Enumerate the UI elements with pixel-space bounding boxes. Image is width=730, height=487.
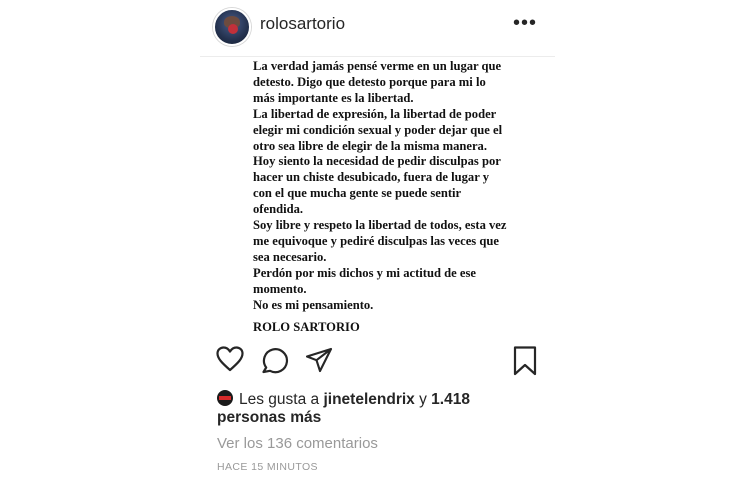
statement-text: La verdad jamás pensé verme en un lugar … — [253, 59, 513, 314]
statement-line: con el que mucha gente se puede sentir — [253, 186, 462, 201]
statement-line: otro sea libre de elegir de la misma man… — [253, 138, 487, 153]
instagram-post: rolosartorio ••• La verdad jamás pensé v… — [200, 0, 555, 487]
username-link[interactable]: rolosartorio — [260, 14, 345, 34]
likes-summary: Les gusta a jinetelendrix y 1.418 person… — [217, 390, 537, 427]
post-timestamp: HACE 15 MINUTOS — [217, 461, 318, 473]
statement-line: hacer un chiste desubicado, fuera de lug… — [253, 170, 490, 185]
likes-prefix: Les gusta a — [239, 391, 320, 408]
statement-line: ofendida. — [253, 202, 304, 217]
statement-line: momento. — [253, 281, 307, 296]
statement-line: detesto. Digo que detesto porque para mi… — [253, 74, 486, 89]
statement-line: Hoy siento la necesidad de pedir disculp… — [253, 154, 501, 169]
bookmark-icon[interactable] — [513, 346, 537, 376]
share-icon[interactable] — [305, 347, 333, 373]
comment-icon[interactable] — [261, 346, 289, 374]
statement-line: Perdón por mis dichos y mi actitud de es… — [253, 265, 476, 280]
post-header: rolosartorio ••• — [200, 0, 555, 57]
likes-count[interactable]: 1.418 — [431, 391, 470, 408]
likes-conjunction: y — [419, 391, 427, 408]
statement-line: sea necesario. — [253, 249, 327, 264]
statement-line: elegir mi condición sexual y poder dejar… — [253, 122, 503, 137]
statement-line: Soy libre y respeto la libertad de todos… — [253, 218, 507, 233]
statement-line: La libertad de expresión, la libertad de… — [253, 106, 497, 121]
statement-line: más importante es la libertad. — [253, 90, 414, 105]
post-image: La verdad jamás pensé verme en un lugar … — [200, 57, 555, 339]
heart-icon[interactable] — [216, 346, 244, 372]
view-comments-link[interactable]: Ver los 136 comentarios — [217, 435, 378, 452]
more-options-icon[interactable]: ••• — [513, 12, 537, 35]
liker-avatar[interactable] — [217, 390, 233, 406]
statement-line: No es mi pensamiento. — [253, 297, 374, 312]
statement-line: La verdad jamás pensé verme en un lugar … — [253, 59, 502, 73]
action-bar — [200, 344, 555, 378]
statement-line: me equivoque y pediré disculpas las vece… — [253, 233, 499, 248]
avatar-microphone — [228, 24, 238, 34]
liker-username[interactable]: jinetelendrix — [323, 391, 414, 408]
user-avatar[interactable] — [213, 8, 251, 46]
likes-suffix[interactable]: personas más — [217, 409, 321, 426]
statement-signature: ROLO SARTORIO — [253, 320, 360, 334]
